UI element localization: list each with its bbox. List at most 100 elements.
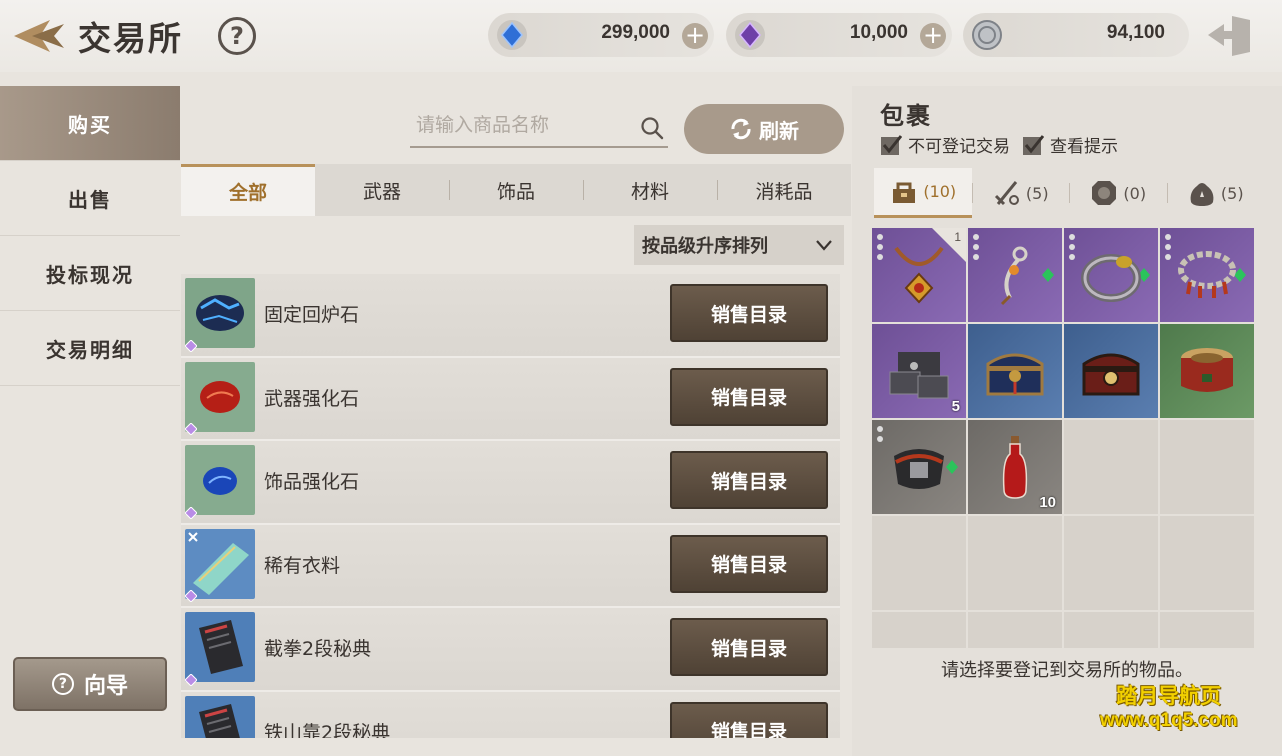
sort-select[interactable]: 按品级升序排列 bbox=[634, 225, 844, 265]
inventory-slot[interactable] bbox=[1160, 324, 1254, 418]
bag-tab-all[interactable]: (10) bbox=[874, 168, 972, 218]
refresh-button[interactable]: 刷新 bbox=[684, 104, 844, 154]
silver-coin-amount: 94,100 bbox=[1106, 22, 1165, 43]
item-name: 武器强化石 bbox=[264, 387, 360, 410]
inventory-slot-empty[interactable] bbox=[1064, 420, 1158, 514]
bag-hint: 请选择要登记到交易所的物品。 bbox=[941, 660, 1193, 681]
inventory-slot[interactable] bbox=[872, 420, 966, 514]
tab-accessories[interactable]: 饰品 bbox=[449, 164, 583, 216]
tab-all[interactable]: 全部 bbox=[181, 164, 315, 216]
blue-ore-icon bbox=[185, 278, 255, 348]
checkbox-checked-icon bbox=[1023, 134, 1044, 155]
inventory-slot[interactable] bbox=[1064, 324, 1158, 418]
guide-button[interactable]: ? 向导 bbox=[13, 657, 167, 711]
purple-crystal-icon bbox=[735, 20, 765, 50]
add-purple-crystal-button[interactable]: + bbox=[920, 23, 946, 49]
bracelet-icon bbox=[1178, 251, 1236, 298]
inventory-slot-empty[interactable] bbox=[1064, 516, 1158, 610]
slot-count: 10 bbox=[1039, 494, 1056, 511]
bag-tab-count: (5) bbox=[1220, 183, 1244, 203]
tab-weapons[interactable]: 武器 bbox=[315, 164, 449, 216]
item-name: 稀有衣料 bbox=[264, 554, 341, 577]
search-icon[interactable] bbox=[640, 116, 664, 140]
bag-filters: 不可登记交易 查看提示 bbox=[880, 132, 1118, 157]
inventory-slot[interactable] bbox=[1160, 228, 1254, 322]
inventory-slot-empty[interactable] bbox=[1064, 612, 1158, 648]
inventory-slot[interactable] bbox=[1064, 228, 1158, 322]
sale-catalog-button[interactable]: 销售目录 bbox=[670, 284, 828, 342]
list-item[interactable]: 固定回炉石 销售目录 bbox=[181, 274, 840, 358]
item-name: 饰品强化石 bbox=[264, 471, 360, 493]
amulet-icon bbox=[894, 246, 944, 304]
silver-coin-icon bbox=[972, 20, 1002, 50]
inventory-slot[interactable] bbox=[968, 228, 1062, 322]
list-item[interactable]: 截拳2段秘典 销售目录 bbox=[181, 608, 840, 692]
blue-crystal-icon bbox=[497, 20, 527, 50]
list-item[interactable]: 铁山靠2段秘典 销售目录 bbox=[181, 691, 840, 739]
sale-catalog-button[interactable]: 销售目录 bbox=[670, 534, 828, 593]
book-icon bbox=[185, 695, 255, 738]
bag-icon bbox=[893, 182, 916, 203]
potion-icon bbox=[1002, 436, 1028, 499]
slot-count: 5 bbox=[951, 398, 960, 415]
bag-tabs: (10) (5) (0) (5) bbox=[874, 168, 1264, 218]
accessory-icon bbox=[1092, 181, 1117, 205]
refresh-icon bbox=[731, 118, 751, 140]
inventory-slot[interactable] bbox=[968, 324, 1062, 418]
search-input[interactable] bbox=[416, 110, 626, 140]
item-name: 截拳2段秘典 bbox=[264, 638, 372, 660]
watermark: 踏月导航页 www.q1q5.com bbox=[1100, 680, 1238, 732]
inventory-slot-empty[interactable] bbox=[968, 516, 1062, 610]
purple-crystal-amount: 10,000 bbox=[849, 22, 908, 43]
nav-item-trade-history[interactable]: 交易明细 bbox=[0, 311, 180, 386]
guide-button-label: 向导 bbox=[83, 674, 128, 699]
refresh-label: 刷新 bbox=[759, 118, 799, 143]
category-tabs: 全部 武器 饰品 材料 消耗品 bbox=[181, 164, 851, 216]
inventory-slot[interactable]: 1 bbox=[872, 228, 966, 322]
inventory-slot-empty[interactable] bbox=[968, 612, 1062, 648]
item-name: 铁山靠2段秘典 bbox=[264, 721, 391, 739]
help-icon[interactable]: ? bbox=[218, 17, 256, 55]
bag-tab-pouch[interactable]: (5) bbox=[1166, 168, 1265, 218]
cloth-icon bbox=[185, 528, 255, 599]
filter-untradeable-label: 不可登记交易 bbox=[908, 137, 1010, 157]
checkbox-checked-icon bbox=[881, 134, 902, 155]
list-item[interactable]: 武器强化石 销售目录 bbox=[181, 357, 840, 441]
inventory-slot-empty[interactable] bbox=[1160, 516, 1254, 610]
back-arrow-icon[interactable] bbox=[10, 16, 66, 56]
left-nav: 购买 出售 投标现况 交易明细 bbox=[0, 86, 180, 386]
inventory-slot-empty[interactable] bbox=[872, 516, 966, 610]
watermark-url: www.q1q5.com bbox=[1100, 710, 1238, 731]
inventory-slot[interactable]: 10 bbox=[968, 420, 1062, 514]
list-item[interactable]: 饰品强化石 销售目录 bbox=[181, 441, 840, 525]
slot-corner-number: 1 bbox=[954, 230, 961, 244]
inventory-slot[interactable]: 5 bbox=[872, 324, 966, 418]
weapon-icon bbox=[994, 181, 1019, 206]
exit-icon[interactable] bbox=[1204, 12, 1254, 58]
filter-untradeable[interactable]: 不可登记交易 bbox=[880, 132, 1010, 157]
filter-show-tips[interactable]: 查看提示 bbox=[1022, 132, 1118, 157]
chest-pile-icon bbox=[889, 352, 949, 399]
ring-icon bbox=[1081, 254, 1141, 302]
tab-consumables[interactable]: 消耗品 bbox=[717, 164, 851, 216]
add-blue-crystal-button[interactable]: + bbox=[682, 23, 708, 49]
sale-catalog-button[interactable]: 销售目录 bbox=[670, 367, 828, 426]
nav-item-bid-status[interactable]: 投标现况 bbox=[0, 236, 180, 311]
blue-crystal-amount: 299,000 bbox=[601, 22, 670, 43]
sale-catalog-button[interactable]: 销售目录 bbox=[670, 618, 828, 676]
grade-diamond-icon bbox=[185, 673, 197, 686]
list-item[interactable]: 稀有衣料 销售目录 bbox=[181, 524, 840, 608]
sale-catalog-button[interactable]: 销售目录 bbox=[670, 701, 828, 738]
inventory-slot-empty[interactable] bbox=[1160, 420, 1254, 514]
nav-item-buy[interactable]: 购买 bbox=[0, 86, 180, 161]
sale-catalog-button[interactable]: 销售目录 bbox=[670, 451, 828, 509]
nav-item-sell[interactable]: 出售 bbox=[0, 161, 180, 236]
red-stone-icon bbox=[185, 361, 255, 432]
inventory-slot-empty[interactable] bbox=[872, 612, 966, 648]
tab-materials[interactable]: 材料 bbox=[583, 164, 717, 216]
bag-tab-accessories[interactable]: (0) bbox=[1069, 168, 1167, 218]
bag-tab-weapons[interactable]: (5) bbox=[971, 168, 1070, 218]
grade-diamond-icon bbox=[185, 506, 197, 519]
item-list: 固定回炉石 销售目录 武器强化石 销售目录 饰品强化石 销售目录 稀有衣料 销售… bbox=[181, 274, 840, 738]
inventory-slot-empty[interactable] bbox=[1160, 612, 1254, 648]
